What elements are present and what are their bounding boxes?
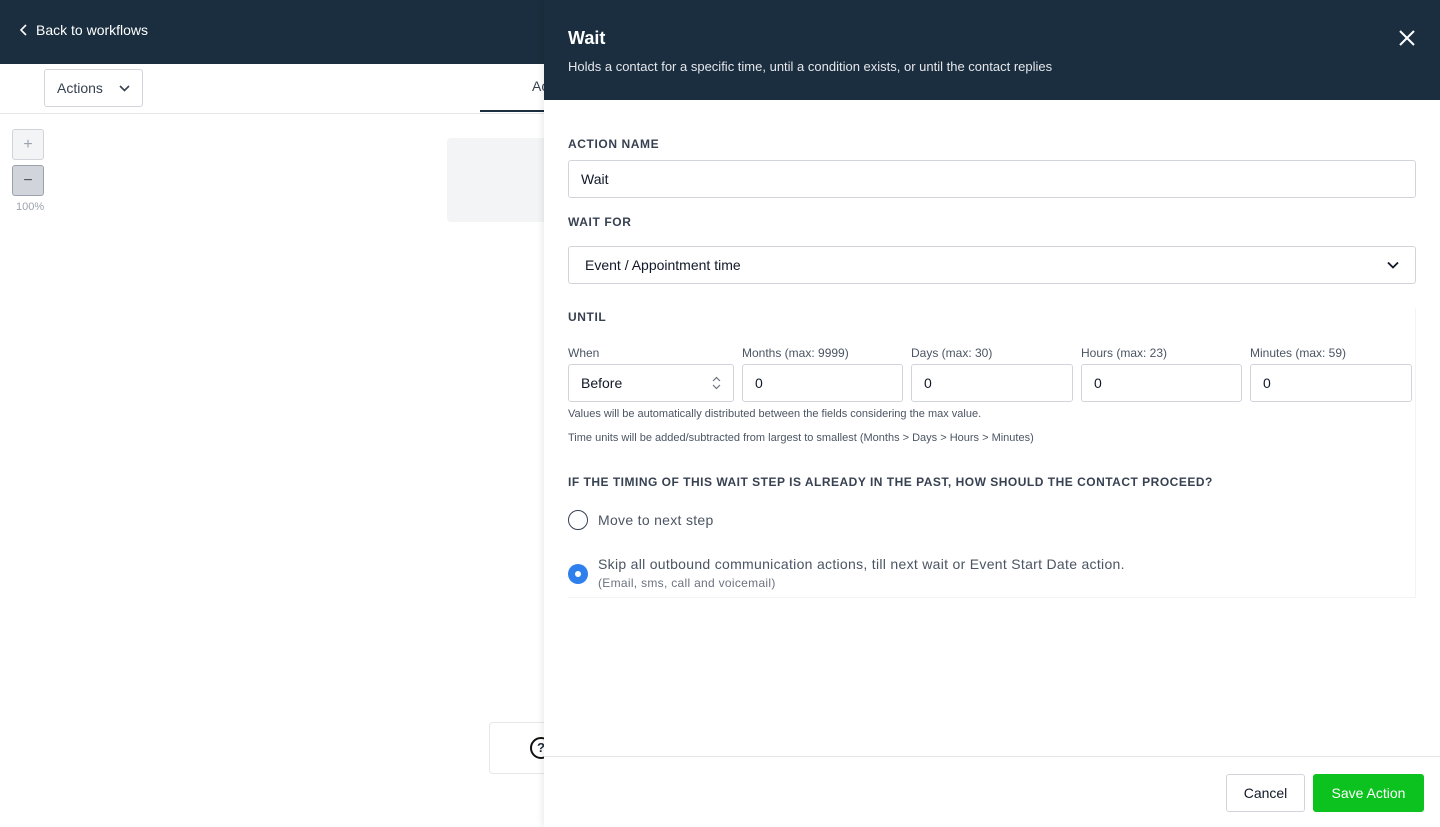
action-name-label: ACTION NAME <box>568 137 660 151</box>
save-action-button[interactable]: Save Action <box>1313 774 1424 812</box>
tab-actions[interactable]: Ac <box>480 64 550 112</box>
when-label: When <box>568 346 600 360</box>
wait-for-label: WAIT FOR <box>568 215 632 229</box>
cancel-button[interactable]: Cancel <box>1226 774 1305 812</box>
hours-input[interactable]: 0 <box>1081 364 1242 402</box>
wait-for-value: Event / Appointment time <box>585 257 741 273</box>
actions-dropdown-label: Actions <box>57 80 103 96</box>
option-move-to-next-step[interactable]: Move to next step <box>568 510 714 530</box>
months-input[interactable]: 0 <box>742 364 903 402</box>
drawer-footer: Cancel Save Action <box>544 756 1440 827</box>
minutes-input[interactable]: 0 <box>1250 364 1412 402</box>
when-select[interactable]: Before <box>568 364 734 402</box>
sort-arrows-icon <box>712 376 721 390</box>
drawer-header: Wait Holds a contact for a specific time… <box>544 0 1440 100</box>
option-label: Move to next step <box>598 512 714 528</box>
hours-label: Hours (max: 23) <box>1081 346 1168 360</box>
option-sublabel: (Email, sms, call and voicemail) <box>598 576 776 590</box>
workflow-node[interactable] <box>447 138 557 222</box>
wait-for-select[interactable]: Event / Appointment time <box>568 246 1416 284</box>
chevron-down-icon <box>1387 261 1399 269</box>
actions-dropdown[interactable]: Actions <box>44 69 143 107</box>
drawer-title: Wait <box>568 28 606 48</box>
drawer-subtitle: Holds a contact for a specific time, unt… <box>568 59 1053 74</box>
days-input[interactable]: 0 <box>911 364 1073 402</box>
order-hint: Time units will be added/subtracted from… <box>568 432 1034 444</box>
radio-button[interactable] <box>568 510 588 530</box>
close-button[interactable] <box>1398 29 1416 47</box>
zoom-level: 100% <box>16 201 45 213</box>
chevron-left-icon <box>20 24 27 36</box>
months-label: Months (max: 9999) <box>742 346 849 360</box>
days-label: Days (max: 30) <box>911 346 993 360</box>
radio-button-selected[interactable] <box>568 564 588 584</box>
wait-action-drawer: Wait Holds a contact for a specific time… <box>544 0 1440 827</box>
distribution-hint: Values will be automatically distributed… <box>568 408 982 420</box>
back-to-workflows-link[interactable]: Back to workflows <box>20 22 148 38</box>
option-label: Skip all outbound communication actions,… <box>598 556 1125 572</box>
action-name-input[interactable]: Wait <box>568 160 1416 198</box>
zoom-out-button[interactable]: − <box>12 165 44 196</box>
chevron-down-icon <box>119 84 130 92</box>
back-link-label: Back to workflows <box>36 22 149 38</box>
close-icon <box>1399 30 1415 46</box>
option-skip-outbound[interactable]: Skip all outbound communication actions,… <box>568 554 1125 590</box>
minutes-label: Minutes (max: 59) <box>1250 346 1347 360</box>
when-value: Before <box>581 375 623 391</box>
zoom-in-button[interactable]: + <box>12 129 44 160</box>
past-timing-question: IF THE TIMING OF THIS WAIT STEP IS ALREA… <box>568 475 1213 489</box>
until-label: UNTIL <box>568 310 607 324</box>
